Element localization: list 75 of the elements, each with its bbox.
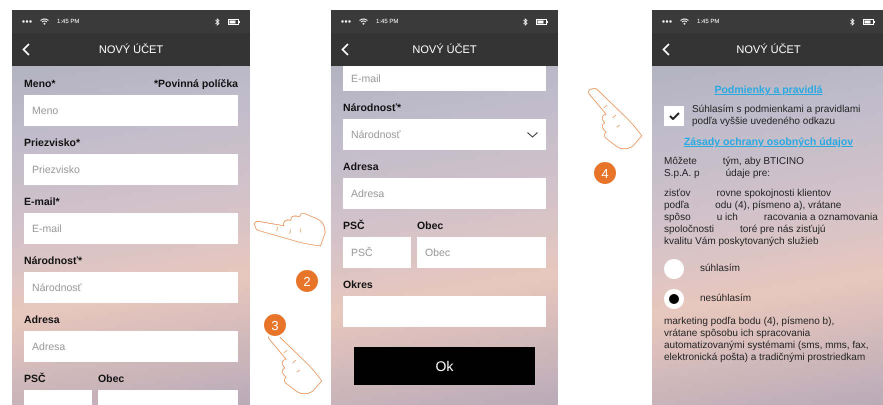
input-field[interactable]: E-mail: [24, 213, 238, 244]
select-field[interactable]: Národnosť: [343, 119, 546, 150]
input-field[interactable]: Priezvisko: [24, 154, 238, 185]
input-field[interactable]: Národnosť: [24, 272, 238, 303]
field-label: PSČ: [343, 220, 366, 232]
consent-text: podľa: [664, 200, 690, 212]
consent-text: spoločnosti: [664, 224, 714, 236]
step-number-badge: 4: [592, 160, 618, 186]
back-icon[interactable]: [341, 43, 349, 56]
input-field[interactable]: [343, 296, 546, 327]
consent-text: zisťov: [664, 188, 691, 200]
back-icon[interactable]: [22, 43, 30, 56]
radio-button[interactable]: [664, 289, 684, 309]
bluetooth-icon: [215, 18, 220, 26]
input-field[interactable]: Obec: [417, 237, 546, 268]
consent-text: podľa vyššie uvedeného odkazu: [692, 116, 836, 128]
bluetooth-icon: [523, 18, 528, 26]
consent-text: racovania a oznamovania: [764, 212, 878, 224]
consent-text: elektronická pošta) a tradičnými prostriedkam: [664, 352, 866, 364]
field-label: Priezvisko*: [24, 137, 80, 149]
field-label: PSČ: [24, 373, 47, 385]
radio-label: súhlasím: [700, 263, 740, 275]
field-label: Adresa: [343, 161, 379, 173]
ok-button[interactable]: Ok: [354, 347, 535, 385]
consent-text: u ich: [716, 212, 738, 224]
consent-text: Môžete: [664, 156, 697, 168]
wifi-icon: [40, 18, 49, 25]
consent-text: Súhlasím s podmienkami a pravidlami: [692, 104, 860, 116]
bluetooth-icon: [850, 18, 855, 26]
field-label: Obec: [98, 373, 126, 385]
select-placeholder: Národnosť: [351, 128, 400, 140]
consent-text: automatizovanými systémami (sms, mms, fax,: [664, 340, 868, 352]
signal-dots-icon: [341, 20, 351, 23]
back-icon[interactable]: [662, 43, 670, 56]
battery-icon: [228, 18, 240, 24]
field-label: Obec: [417, 220, 444, 232]
signal-dots-icon: [22, 20, 32, 23]
field-label: Adresa: [24, 314, 60, 326]
battery-icon: [863, 18, 875, 24]
field-label: E-mail*: [24, 196, 60, 208]
wifi-icon: [680, 18, 689, 25]
field-label: Meno*: [24, 78, 56, 90]
consent-text: marketing podľa bodu (4), písmeno b),: [664, 316, 834, 328]
screen-title: NOVÝ ÚČET: [98, 44, 164, 56]
consent-text: spôso: [664, 212, 691, 224]
consent-text: údaje pre:: [726, 168, 770, 180]
input-field[interactable]: Adresa: [24, 331, 238, 362]
radio-button[interactable]: [664, 259, 684, 279]
radio-label: nesúhlasím: [700, 293, 752, 305]
consent-text: tým, aby BTICINO: [722, 156, 804, 168]
step-number-badge: 2: [294, 268, 320, 294]
checkbox[interactable]: [664, 106, 684, 126]
consent-text: toré pre nás zisťujú: [740, 224, 826, 236]
step-number-badge: 3: [262, 312, 288, 338]
input-field[interactable]: PSČ: [343, 237, 411, 268]
screen-title: NOVÝ ÚČET: [736, 44, 801, 56]
input-field[interactable]: E-mail: [343, 66, 546, 91]
field-label: Národnosť*: [24, 255, 82, 267]
chevron-down-icon: [527, 132, 538, 138]
consent-text: odu (4), písmeno a), vrátane: [715, 200, 842, 212]
policy-link[interactable]: Zásady ochrany osobných údajov: [684, 136, 854, 148]
input-field[interactable]: Meno: [24, 95, 238, 126]
screen-title: NOVÝ ÚČET: [412, 44, 477, 56]
field-label: Národnosť*: [343, 102, 402, 114]
consent-text: kvalitu Vám poskytovaných služieb: [664, 236, 819, 248]
required-note: *Povinná políčka: [154, 78, 238, 90]
battery-icon: [536, 18, 548, 24]
checkmark-icon: [668, 112, 680, 120]
field-label: Okres: [343, 279, 373, 291]
consent-text: S.p.A. p: [664, 168, 700, 180]
input-field[interactable]: Adresa: [343, 178, 546, 209]
wifi-icon: [359, 18, 368, 25]
signal-dots-icon: [662, 20, 672, 23]
consent-text: rovne spokojnosti klientov: [716, 188, 832, 200]
consent-text: vrátane spôsobu ich spracovania: [664, 328, 810, 340]
